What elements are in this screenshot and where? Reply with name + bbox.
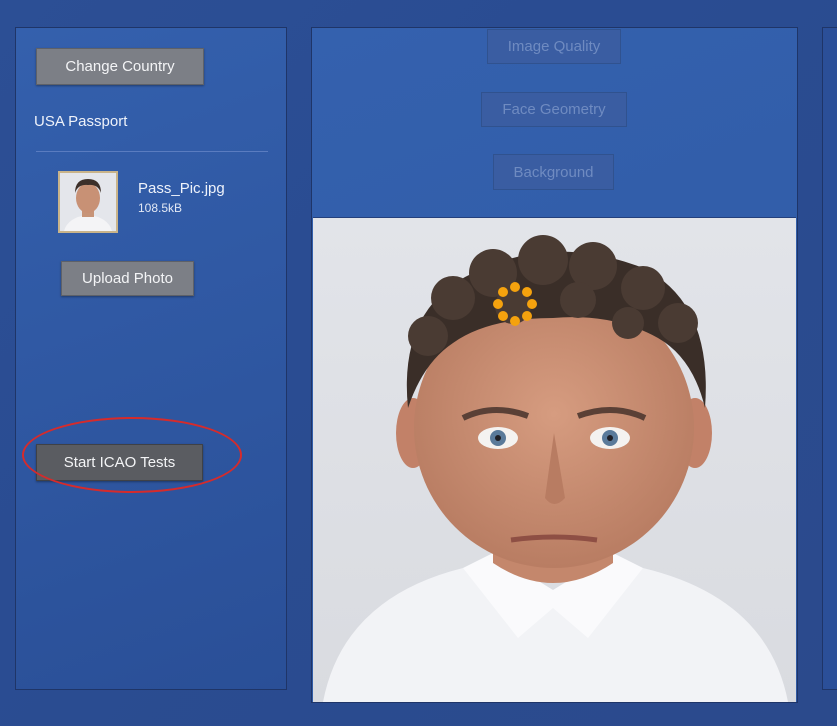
- background-button[interactable]: Background: [493, 154, 614, 190]
- portrait-thumbnail-image: [60, 173, 116, 231]
- document-type-label: USA Passport: [34, 113, 128, 130]
- face-geometry-button[interactable]: Face Geometry: [481, 92, 627, 127]
- portrait-image: [313, 218, 796, 702]
- right-panel-edge: [822, 27, 837, 690]
- image-quality-button[interactable]: Image Quality: [487, 29, 621, 64]
- left-panel: Change Country USA Passport Pass_Pic.jpg…: [15, 27, 287, 690]
- passport-photo: [313, 217, 796, 702]
- loading-spinner-icon: [493, 282, 537, 326]
- divider: [36, 151, 268, 152]
- photo-thumbnail[interactable]: [58, 171, 118, 233]
- file-size: 108.5kB: [138, 201, 183, 215]
- center-panel: Image Quality Face Geometry Background: [311, 27, 798, 703]
- upload-photo-button[interactable]: Upload Photo: [61, 261, 194, 296]
- file-name: Pass_Pic.jpg: [138, 180, 225, 197]
- start-icao-tests-button[interactable]: Start ICAO Tests: [36, 444, 203, 481]
- change-country-button[interactable]: Change Country: [36, 48, 204, 85]
